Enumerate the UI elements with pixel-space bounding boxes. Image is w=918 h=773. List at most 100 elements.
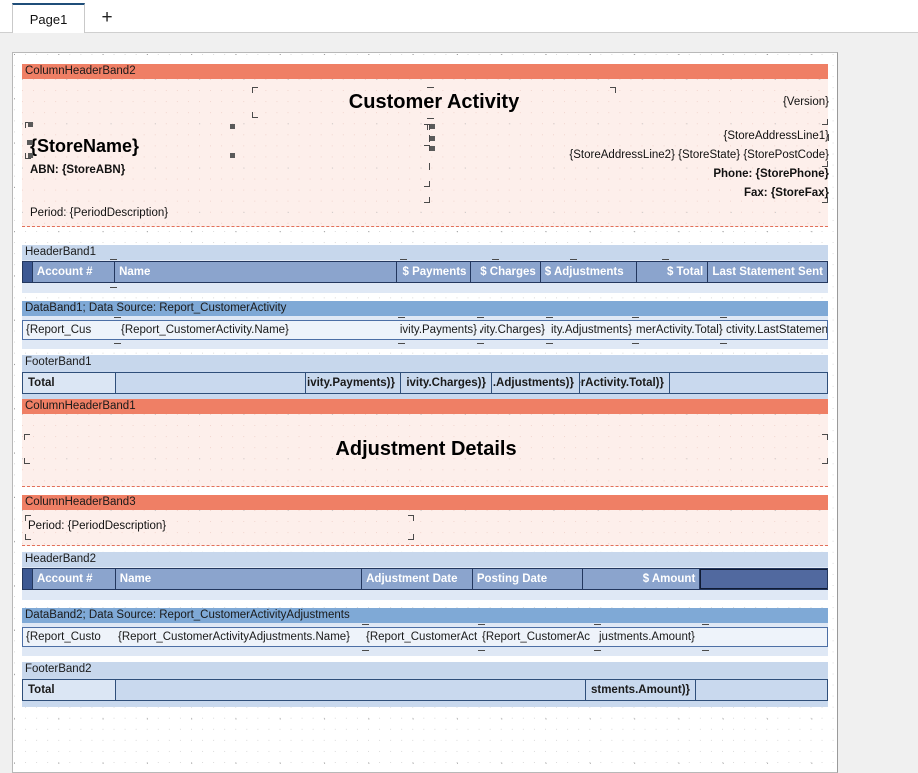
th-adjustments[interactable]: $ Adjustments xyxy=(540,262,637,282)
band-footerband2[interactable]: FooterBand2 Total stments.Amount)} xyxy=(22,662,828,707)
fcell2-blank-1[interactable] xyxy=(116,680,586,700)
handle-ad-tl[interactable] xyxy=(24,434,30,440)
band-label-columnheaderband1[interactable]: ColumnHeaderBand1 xyxy=(22,399,828,414)
handle-d1-i[interactable] xyxy=(632,317,639,321)
th2-posting-date[interactable]: Posting Date xyxy=(472,569,583,589)
band-label-footerband2[interactable]: FooterBand2 xyxy=(22,662,828,677)
band-headerband1[interactable]: HeaderBand1 Account # Name $ Payments $ … xyxy=(22,245,828,293)
dcell-name[interactable]: {Report_CustomerActivity.Name} xyxy=(118,321,400,339)
dcell2-posting-date[interactable]: {Report_CustomerAc xyxy=(479,628,596,646)
handle-sel-j[interactable] xyxy=(430,146,435,151)
handle-d2-f[interactable] xyxy=(594,647,601,651)
handle-h1-b[interactable] xyxy=(110,284,117,288)
handle-d1-j[interactable] xyxy=(632,340,639,344)
handle-h1-e[interactable] xyxy=(570,259,577,263)
data-row-2[interactable]: {Report_Custo {Report_CustomerActivityAd… xyxy=(22,627,828,647)
handle-d1-g[interactable] xyxy=(546,317,553,321)
band-databand2[interactable]: DataBand2; Data Source: Report_CustomerA… xyxy=(22,608,828,656)
handle-d2-c[interactable] xyxy=(478,624,485,628)
handle-title-bl[interactable] xyxy=(252,112,258,118)
dcell2-account-number[interactable]: {Report_Custo xyxy=(23,628,115,646)
handle-d1-a[interactable] xyxy=(114,317,121,321)
handle-h1-c[interactable] xyxy=(400,259,407,263)
handle-ad-bl[interactable] xyxy=(24,458,30,464)
th2-account-number[interactable]: Account # xyxy=(32,569,116,589)
fcell2-total-label[interactable]: Total xyxy=(23,680,116,700)
th-charges[interactable]: $ Charges xyxy=(471,262,541,282)
store-fax-field[interactable]: Fax: {StoreFax} xyxy=(582,184,829,201)
store-name-field[interactable]: {StoreName} xyxy=(30,133,230,159)
band-columnheaderband2[interactable]: ColumnHeaderBand2 Customer Activity {Ver… xyxy=(22,64,830,227)
band-body-databand1[interactable]: {Report_Cus {Report_CustomerActivity.Nam… xyxy=(22,316,828,349)
band-footerband1[interactable]: FooterBand1 Total ivity.Payments)} ivity… xyxy=(22,355,828,401)
band-body-columnheaderband1[interactable]: Adjustment Details xyxy=(22,414,828,487)
handle-ad-br[interactable] xyxy=(822,458,828,464)
handle-title-tl[interactable] xyxy=(252,87,258,93)
handle-sel-d[interactable] xyxy=(426,163,430,170)
report-page-canvas[interactable]: ColumnHeaderBand2 Customer Activity {Ver… xyxy=(12,52,838,773)
add-page-button[interactable]: + xyxy=(93,4,121,30)
band-label-columnheaderband2[interactable]: ColumnHeaderBand2 xyxy=(22,64,828,79)
handle-d1-b[interactable] xyxy=(114,340,121,344)
band-body-columnheaderband2[interactable]: Customer Activity {Version} {StoreName} xyxy=(22,79,830,227)
fcell-blank-2[interactable] xyxy=(670,373,827,393)
version-field[interactable]: {Version} xyxy=(642,93,829,110)
band-body-footerband2[interactable]: Total stments.Amount)} xyxy=(22,677,828,707)
period-field-2[interactable]: Period: {PeriodDescription} xyxy=(28,517,408,534)
th-last-statement-sent[interactable]: Last Statement Sent xyxy=(708,262,827,282)
dcell2-adjustment-date[interactable]: {Report_CustomerAct xyxy=(363,628,479,646)
th2-adjustment-date[interactable]: Adjustment Date xyxy=(362,569,473,589)
band-label-databand1[interactable]: DataBand1; Data Source: Report_CustomerA… xyxy=(22,301,828,316)
band-label-headerband2[interactable]: HeaderBand2 xyxy=(22,552,828,567)
handle-d2-h[interactable] xyxy=(702,647,709,651)
th2-name[interactable]: Name xyxy=(115,569,363,589)
dcell-charges[interactable]: ctivity.Charges} xyxy=(480,321,548,339)
handle-d1-c[interactable] xyxy=(398,317,405,321)
fcell2-blank-2[interactable] xyxy=(696,680,827,700)
band-databand1[interactable]: DataBand1; Data Source: Report_CustomerA… xyxy=(22,301,828,349)
design-workspace[interactable]: ColumnHeaderBand2 Customer Activity {Ver… xyxy=(0,33,918,773)
handle-d2-e[interactable] xyxy=(594,624,601,628)
fcell2-amount-total[interactable]: stments.Amount)} xyxy=(586,680,696,700)
handle-h1-a[interactable] xyxy=(110,259,117,263)
th-payments[interactable]: $ Payments xyxy=(397,262,472,282)
handle-sel-h[interactable] xyxy=(430,124,435,129)
handle-p2-tl[interactable] xyxy=(25,515,31,521)
store-address-line2-field[interactable]: {StoreAddressLine2} {StoreState} {StoreP… xyxy=(492,146,829,163)
handle-title-tm[interactable] xyxy=(427,87,434,91)
band-label-footerband1[interactable]: FooterBand1 xyxy=(22,355,828,370)
handle-storename-l[interactable] xyxy=(27,140,32,145)
handle-storename-t[interactable] xyxy=(28,122,33,127)
footer-row-1[interactable]: Total ivity.Payments)} ivity.Charges)} .… xyxy=(22,372,828,394)
th-name[interactable]: Name xyxy=(115,262,398,282)
handle-d1-k[interactable] xyxy=(720,317,727,321)
dcell2-name[interactable]: {Report_CustomerActivityAdjustments.Name… xyxy=(115,628,363,646)
fcell-blank-1[interactable] xyxy=(116,373,306,393)
report-title-customer-activity[interactable]: Customer Activity xyxy=(254,89,614,115)
band-label-databand2[interactable]: DataBand2; Data Source: Report_CustomerA… xyxy=(22,608,828,623)
handle-d2-d[interactable] xyxy=(478,647,485,651)
band-body-databand2[interactable]: {Report_Custo {Report_CustomerActivityAd… xyxy=(22,623,828,656)
handle-d1-h[interactable] xyxy=(546,340,553,344)
store-address-line1-field[interactable]: {StoreAddressLine1} xyxy=(582,127,830,144)
handle-sel-n[interactable] xyxy=(822,197,828,203)
handle-d1-e[interactable] xyxy=(477,317,484,321)
handle-sel-i[interactable] xyxy=(430,136,435,141)
handle-sel-e[interactable] xyxy=(424,181,430,187)
band-body-columnheaderband3[interactable]: Period: {PeriodDescription} xyxy=(22,510,828,546)
handle-sel-k[interactable] xyxy=(822,119,828,125)
th2-blank-selected[interactable] xyxy=(700,569,827,589)
fcell-total-total[interactable]: erActivity.Total)} xyxy=(580,373,670,393)
band-headerband2[interactable]: HeaderBand2 Account # Name Adjustment Da… xyxy=(22,552,828,600)
handle-p2-bl[interactable] xyxy=(25,534,31,540)
fcell-adjustments-total[interactable]: .Adjustments)} xyxy=(492,373,580,393)
handle-sel-f[interactable] xyxy=(424,197,430,203)
th2-amount[interactable]: $ Amount xyxy=(582,569,701,589)
handle-h1-f[interactable] xyxy=(662,259,669,263)
handle-mid-2[interactable] xyxy=(230,153,235,158)
footer-row-2[interactable]: Total stments.Amount)} xyxy=(22,679,828,701)
handle-sel-m[interactable] xyxy=(822,161,828,167)
tab-page1[interactable]: Page1 xyxy=(12,3,85,33)
dcell-account-number[interactable]: {Report_Cus xyxy=(23,321,118,339)
band-body-headerband2[interactable]: Account # Name Adjustment Date Posting D… xyxy=(22,567,828,600)
